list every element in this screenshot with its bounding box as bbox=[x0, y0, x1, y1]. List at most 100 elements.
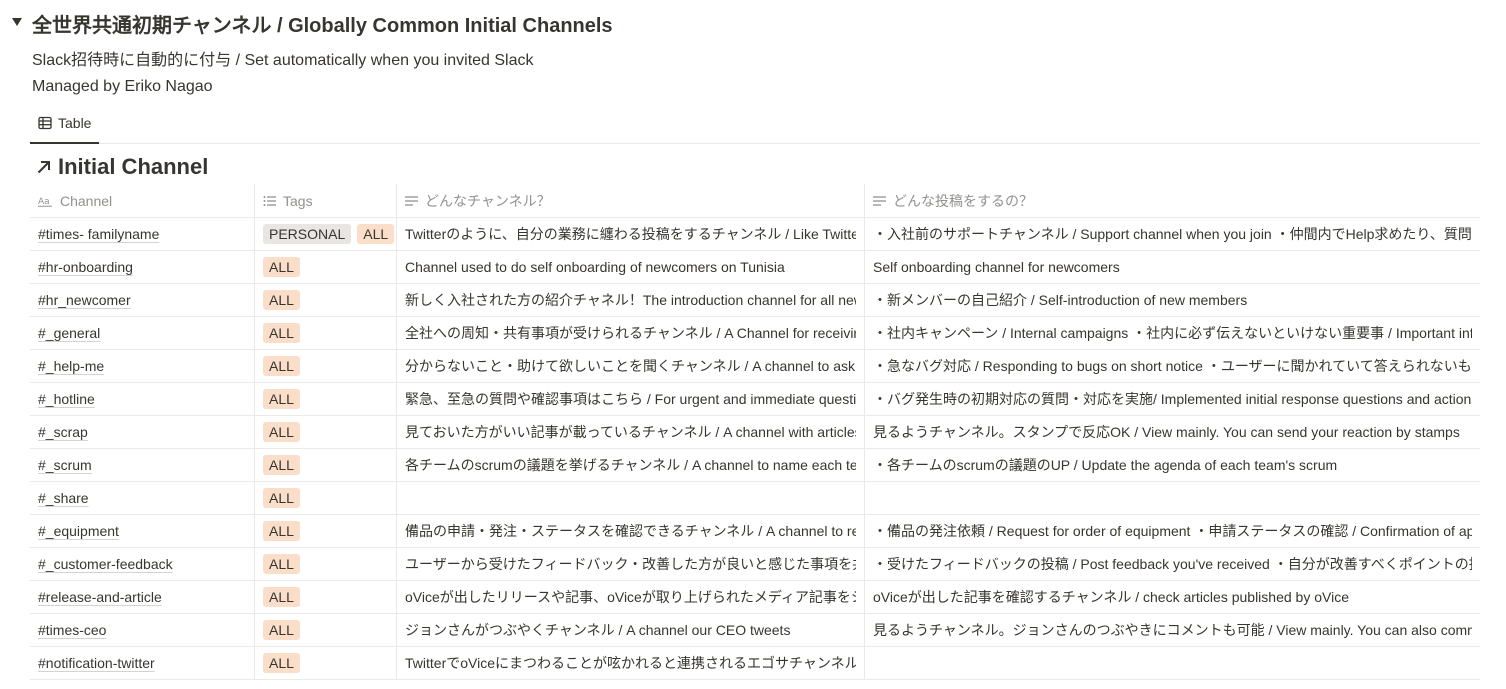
cell-what-posts[interactable]: ・受けたフィードバックの投稿 / Post feedback you've re… bbox=[864, 548, 1480, 580]
column-header-tags[interactable]: Tags bbox=[254, 184, 396, 217]
cell-text: ユーザーから受けたフィードバック・改善した方が良いと感じた事項を共有する bbox=[405, 556, 856, 572]
table-row[interactable]: #_scrap ALL 見ておいた方がいい記事が載っているチャンネル / A cha… bbox=[30, 416, 1480, 449]
cell-text: ・受けたフィードバックの投稿 / Post feedback you've re… bbox=[873, 556, 1472, 572]
cell-what-channel[interactable]: TwitterでoViceにまつわることが呟かれると連携されるエゴサチャンネル … bbox=[396, 647, 864, 679]
tab-table-view[interactable]: Table bbox=[30, 104, 100, 144]
cell-tags[interactable]: ALL bbox=[254, 548, 396, 580]
table-row[interactable]: #hr_newcomer ALL 新しく入社された方の紹介チャネル！The intr… bbox=[30, 284, 1480, 317]
table-row[interactable]: #_hotline ALL 緊急、至急の質問や確認事項はこちら / For urge… bbox=[30, 383, 1480, 416]
channel-name-link[interactable]: #times-ceo bbox=[38, 622, 106, 638]
cell-text: ・社内キャンペーン / Internal campaigns ・社内に必ず伝えな… bbox=[873, 325, 1472, 341]
channel-name-link[interactable]: #_share bbox=[38, 490, 89, 506]
channel-name-link[interactable]: #release-and-article bbox=[38, 589, 162, 605]
channel-name-link[interactable]: #hr_newcomer bbox=[38, 292, 131, 308]
cell-tags[interactable]: PERSONAL ALL bbox=[254, 218, 396, 250]
cell-channel: #_share bbox=[30, 482, 254, 514]
cell-what-posts[interactable]: ・各チームのscrumの議題のUP / Update the agenda of… bbox=[864, 449, 1480, 481]
text-lines-icon bbox=[873, 195, 887, 207]
toggle-arrow-icon[interactable] bbox=[10, 15, 24, 29]
cell-channel: #_scrum bbox=[30, 449, 254, 481]
tag-badge: ALL bbox=[263, 554, 300, 574]
table-row[interactable]: #times-ceo ALL ジョンさんがつぶやくチャンネル / A channel… bbox=[30, 614, 1480, 647]
cell-what-posts[interactable]: ・バグ発生時の初期対応の質問・対応を実施/ Implemented initia… bbox=[864, 383, 1480, 415]
table-row[interactable]: #release-and-article ALL oViceが出したリリースや記事、… bbox=[30, 581, 1480, 614]
cell-tags[interactable]: ALL bbox=[254, 317, 396, 349]
channel-name-link[interactable]: #_equipment bbox=[38, 523, 119, 539]
table-row[interactable]: #notification-twitter ALL TwitterでoViceにまつ… bbox=[30, 647, 1480, 680]
channel-name-link[interactable]: #hr-onboarding bbox=[38, 259, 133, 275]
table-row[interactable]: #times- familyname PERSONAL ALL Twitterのように… bbox=[30, 218, 1480, 251]
column-header-channel[interactable]: Aa Channel bbox=[30, 184, 254, 217]
cell-tags[interactable]: ALL bbox=[254, 251, 396, 283]
column-header-what-posts[interactable]: どんな投稿をするの？ bbox=[864, 184, 1480, 217]
tag-badge: ALL bbox=[263, 521, 300, 541]
cell-what-channel[interactable]: 備品の申請・発注・ステータスを確認できるチャンネル / A channel to… bbox=[396, 515, 864, 547]
channel-name-link[interactable]: #_scrap bbox=[38, 424, 88, 440]
cell-what-channel[interactable]: Channel used to do self onboarding of ne… bbox=[396, 251, 864, 283]
table-row[interactable]: #_scrum ALL 各チームのscrumの議題を挙げるチャンネル / A cha… bbox=[30, 449, 1480, 482]
cell-tags[interactable]: ALL bbox=[254, 647, 396, 679]
cell-what-posts[interactable] bbox=[864, 482, 1480, 514]
cell-what-posts[interactable]: ・急なバグ対応 / Responding to bugs on short no… bbox=[864, 350, 1480, 382]
cell-what-channel[interactable]: 緊急、至急の質問や確認事項はこちら / For urgent and immed… bbox=[396, 383, 864, 415]
section-description: Slack招待時に自動的に付与 / Set automatically when… bbox=[32, 52, 534, 69]
cell-tags[interactable]: ALL bbox=[254, 416, 396, 448]
table-row[interactable]: #_share ALL bbox=[30, 482, 1480, 515]
cell-tags[interactable]: ALL bbox=[254, 614, 396, 646]
text-lines-icon bbox=[405, 195, 419, 207]
channels-table: Aa Channel Tags どんなチャンネル？ どんな投稿をするの？ #ti… bbox=[30, 184, 1480, 680]
cell-tags[interactable]: ALL bbox=[254, 350, 396, 382]
cell-channel: #hr-onboarding bbox=[30, 251, 254, 283]
database-title-link[interactable]: Initial Channel bbox=[36, 154, 208, 180]
cell-text: Self onboarding channel for newcomers bbox=[873, 259, 1120, 275]
column-header-what-channel[interactable]: どんなチャンネル？ bbox=[396, 184, 864, 217]
tag-badge: ALL bbox=[263, 389, 300, 409]
channel-name-link[interactable]: #times- familyname bbox=[38, 226, 159, 242]
cell-what-channel[interactable] bbox=[396, 482, 864, 514]
channel-name-link[interactable]: #_help-me bbox=[38, 358, 104, 374]
cell-what-posts[interactable]: 見るようチャンネル。スタンプで反応OK / View mainly. You c… bbox=[864, 416, 1480, 448]
table-row[interactable]: #_equipment ALL 備品の申請・発注・ステータスを確認できるチャンネル … bbox=[30, 515, 1480, 548]
section-title: 全世界共通初期チャンネル / Globally Common Initial C… bbox=[32, 15, 613, 37]
channel-name-link[interactable]: #_hotline bbox=[38, 391, 95, 407]
channel-name-link[interactable]: #notification-twitter bbox=[38, 655, 155, 671]
cell-tags[interactable]: ALL bbox=[254, 284, 396, 316]
cell-tags[interactable]: ALL bbox=[254, 482, 396, 514]
cell-what-channel[interactable]: ジョンさんがつぶやくチャンネル / A channel our CEO twee… bbox=[396, 614, 864, 646]
column-header-label: Channel bbox=[60, 192, 113, 209]
cell-what-posts[interactable]: Self onboarding channel for newcomers bbox=[864, 251, 1480, 283]
cell-what-channel[interactable]: 分からないこと・助けて欲しいことを聞くチャンネル / A channel to … bbox=[396, 350, 864, 382]
table-row[interactable]: #_customer-feedback ALL ユーザーから受けたフィードバック・改… bbox=[30, 548, 1480, 581]
table-row[interactable]: #_general ALL 全社への周知・共有事項が受けられるチャンネル / A C… bbox=[30, 317, 1480, 350]
cell-what-channel[interactable]: 各チームのscrumの議題を挙げるチャンネル / A channel to na… bbox=[396, 449, 864, 481]
cell-what-channel[interactable]: 全社への周知・共有事項が受けられるチャンネル / A Channel for r… bbox=[396, 317, 864, 349]
cell-what-posts[interactable]: 見るようチャンネル。ジョンさんのつぶやきにコメントも可能 / View main… bbox=[864, 614, 1480, 646]
tag-badge: ALL bbox=[263, 290, 300, 310]
cell-tags[interactable]: ALL bbox=[254, 515, 396, 547]
table-row[interactable]: #hr-onboarding ALL Channel used to do self… bbox=[30, 251, 1480, 284]
cell-what-posts[interactable]: ・新メンバーの自己紹介 / Self-introduction of new m… bbox=[864, 284, 1480, 316]
cell-text: ・各チームのscrumの議題のUP / Update the agenda of… bbox=[873, 457, 1338, 473]
cell-what-posts[interactable] bbox=[864, 647, 1480, 679]
cell-what-channel[interactable]: oViceが出したリリースや記事、oViceが取り上げられたメディア記事をシェア bbox=[396, 581, 864, 613]
cell-what-channel[interactable]: 新しく入社された方の紹介チャネル！The introduction channe… bbox=[396, 284, 864, 316]
cell-text: ・入社前のサポートチャンネル / Support channel when yo… bbox=[873, 226, 1472, 242]
cell-tags[interactable]: ALL bbox=[254, 581, 396, 613]
channel-name-link[interactable]: #_scrum bbox=[38, 457, 92, 473]
cell-channel: #_scrap bbox=[30, 416, 254, 448]
cell-tags[interactable]: ALL bbox=[254, 449, 396, 481]
cell-what-posts[interactable]: ・備品の発注依頼 / Request for order of equipmen… bbox=[864, 515, 1480, 547]
table-row[interactable]: #_help-me ALL 分からないこと・助けて欲しいことを聞くチャンネル / A… bbox=[30, 350, 1480, 383]
cell-tags[interactable]: ALL bbox=[254, 383, 396, 415]
column-header-label: どんな投稿をするの？ bbox=[893, 192, 1033, 209]
cell-what-channel[interactable]: ユーザーから受けたフィードバック・改善した方が良いと感じた事項を共有する bbox=[396, 548, 864, 580]
cell-what-posts[interactable]: ・入社前のサポートチャンネル / Support channel when yo… bbox=[864, 218, 1480, 250]
cell-what-channel[interactable]: 見ておいた方がいい記事が載っているチャンネル / A channel with … bbox=[396, 416, 864, 448]
cell-what-posts[interactable]: oViceが出した記事を確認するチャンネル / check articles p… bbox=[864, 581, 1480, 613]
cell-what-posts[interactable]: ・社内キャンペーン / Internal campaigns ・社内に必ず伝えな… bbox=[864, 317, 1480, 349]
cell-channel: #hr_newcomer bbox=[30, 284, 254, 316]
tag-badge: ALL bbox=[263, 653, 300, 673]
cell-what-channel[interactable]: Twitterのように、自分の業務に纏わる投稿をするチャンネル / Like T… bbox=[396, 218, 864, 250]
channel-name-link[interactable]: #_general bbox=[38, 325, 100, 341]
channel-name-link[interactable]: #_customer-feedback bbox=[38, 556, 173, 572]
